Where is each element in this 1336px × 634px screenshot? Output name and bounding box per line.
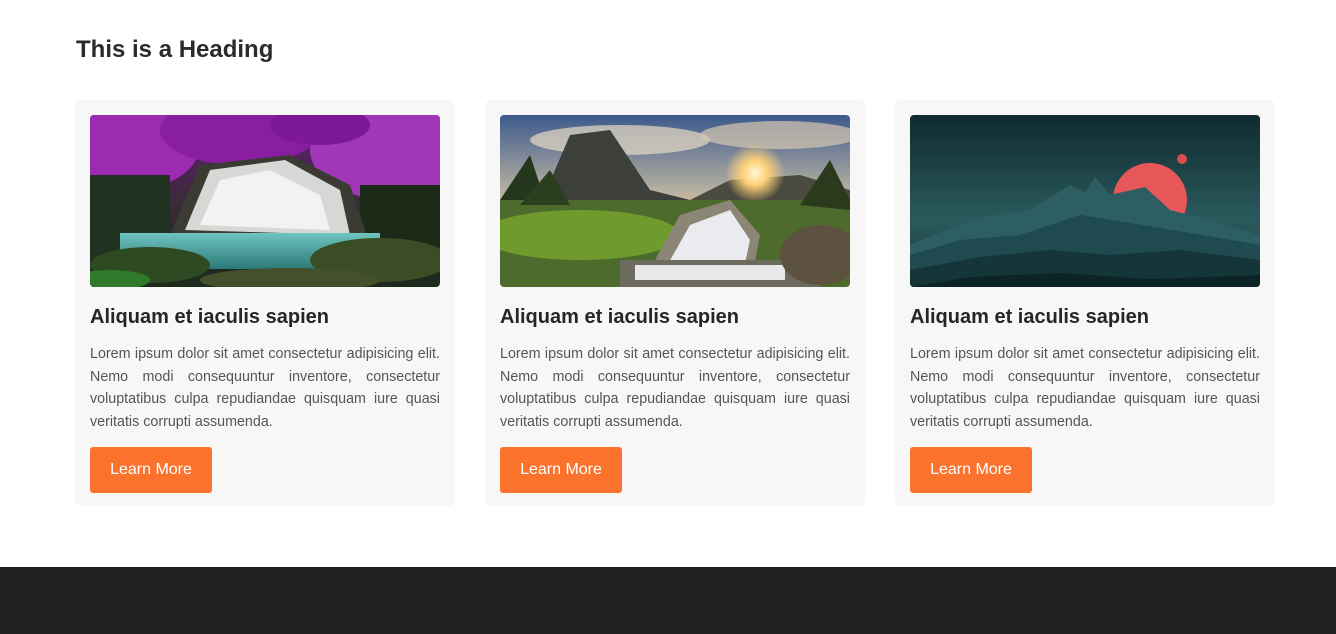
card: Aliquam et iaculis sapien Lorem ipsum do… [75, 100, 455, 506]
footer [0, 567, 1336, 634]
card-image-teal-mountains-moon [910, 115, 1260, 287]
learn-more-button[interactable]: Learn More [500, 447, 622, 493]
card-description: Lorem ipsum dolor sit amet consectetur a… [90, 346, 440, 430]
learn-more-button[interactable]: Learn More [910, 447, 1032, 493]
card-description: Lorem ipsum dolor sit amet consectetur a… [910, 346, 1260, 430]
card-description: Lorem ipsum dolor sit amet consectetur a… [500, 346, 850, 430]
learn-more-button[interactable]: Learn More [90, 447, 212, 493]
card-title: Aliquam et iaculis sapien [500, 306, 739, 328]
section-heading: This is a Heading [76, 36, 274, 63]
card: Aliquam et iaculis sapien Lorem ipsum do… [485, 100, 865, 506]
card: Aliquam et iaculis sapien Lorem ipsum do… [895, 100, 1275, 506]
card-grid: Aliquam et iaculis sapien Lorem ipsum do… [75, 100, 1275, 506]
card-title: Aliquam et iaculis sapien [90, 306, 329, 328]
card-image-waterfall-forest [90, 115, 440, 287]
card-image-mountain-sunset [500, 115, 850, 287]
card-title: Aliquam et iaculis sapien [910, 306, 1149, 328]
